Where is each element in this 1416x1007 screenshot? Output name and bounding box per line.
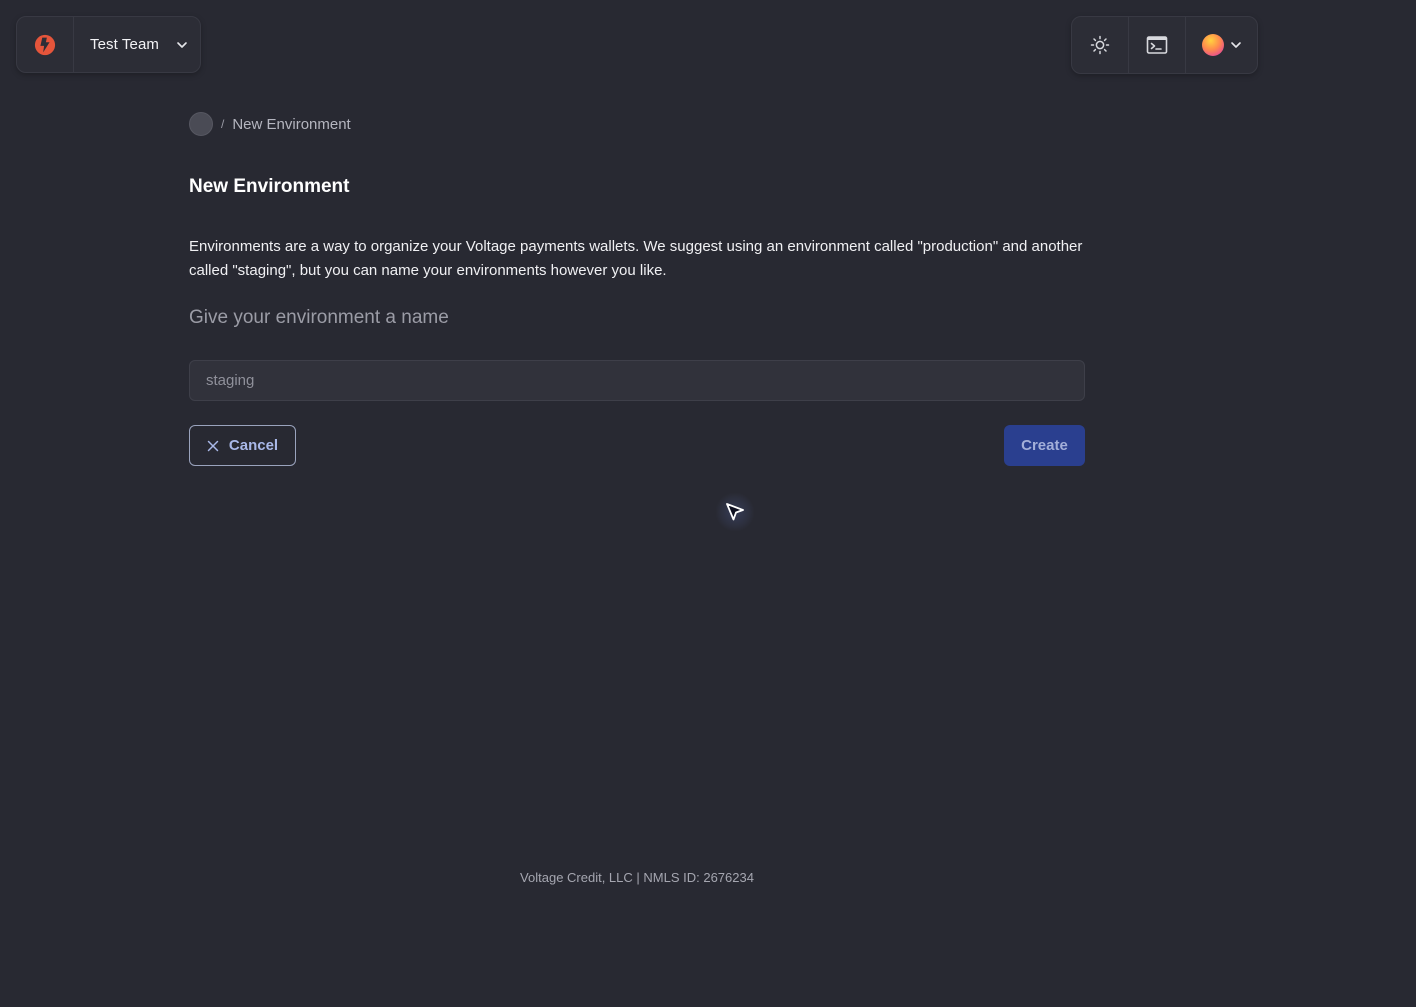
team-logo-container — [17, 17, 74, 72]
team-selector[interactable]: Test Team — [16, 16, 201, 73]
user-menu-button[interactable] — [1186, 17, 1257, 73]
environment-name-input[interactable] — [189, 360, 1085, 401]
page-description: Environments are a way to organize your … — [189, 238, 1083, 279]
team-name: Test Team — [90, 36, 159, 53]
theme-toggle-button[interactable] — [1072, 17, 1129, 73]
footer-legal-text: Voltage Credit, LLC | NMLS ID: 2676234 — [520, 870, 754, 885]
mouse-cursor — [715, 492, 755, 532]
console-button[interactable] — [1129, 17, 1186, 73]
breadcrumb-current: New Environment — [232, 115, 351, 133]
chevron-down-icon — [177, 41, 187, 48]
cancel-button[interactable]: Cancel — [189, 425, 296, 466]
pointer-icon — [726, 503, 744, 521]
sun-icon — [1090, 35, 1110, 55]
environment-name-label: Give your environment a name — [189, 307, 449, 328]
breadcrumb-separator: / — [221, 117, 225, 131]
close-icon — [207, 440, 219, 451]
terminal-icon — [1146, 36, 1168, 54]
top-toolbar — [1071, 16, 1258, 74]
cancel-label: Cancel — [228, 437, 279, 454]
breadcrumb-home-avatar[interactable] — [189, 112, 213, 136]
voltage-logo-icon — [34, 34, 56, 55]
breadcrumb: / New Environment — [189, 111, 351, 137]
page-title: New Environment — [189, 176, 350, 197]
create-label: Create — [1021, 437, 1068, 454]
avatar — [1201, 34, 1224, 56]
create-button[interactable]: Create — [1004, 425, 1085, 466]
chevron-down-icon — [1230, 42, 1241, 48]
